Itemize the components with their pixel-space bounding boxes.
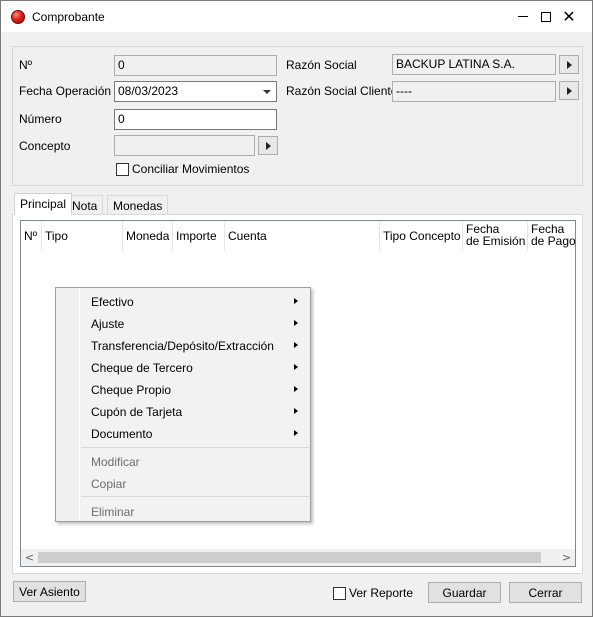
ver-reporte-label: Ver Reporte [349, 586, 414, 600]
menu-item-label: Transferencia/Depósito/Extracción [91, 339, 274, 353]
fecha-operacion-value: 08/03/2023 [118, 84, 179, 98]
menu-item-efectivo[interactable]: Efectivo [58, 290, 308, 312]
submenu-arrow-icon [294, 364, 298, 370]
column-header-label-line2: de Pago [531, 234, 576, 248]
column-header-fecha-pago[interactable]: Fecha de Pago [528, 221, 576, 251]
menu-item-label: Cheque Propio [91, 383, 172, 397]
horizontal-scrollbar[interactable]: < > [21, 549, 575, 566]
column-header-moneda[interactable]: Moneda [123, 221, 173, 251]
menu-separator [81, 447, 309, 448]
scrollbar-thumb[interactable] [38, 552, 541, 563]
menu-item-transferencia[interactable]: Transferencia/Depósito/Extracción [58, 334, 308, 356]
submenu-arrow-icon [294, 386, 298, 392]
menu-item-label: Efectivo [91, 295, 134, 309]
menu-item-cheque-tercero[interactable]: Cheque de Tercero [58, 356, 308, 378]
concepto-field[interactable] [114, 135, 255, 156]
menu-item-eliminar[interactable]: Eliminar [58, 500, 308, 522]
tab-principal[interactable]: Principal [14, 193, 73, 215]
window-title: Comprobante [32, 10, 105, 24]
razon-social-label: Razón Social [286, 58, 357, 72]
scroll-right-icon[interactable]: > [558, 549, 575, 566]
menu-item-cupon-tarjeta[interactable]: Cupón de Tarjeta [58, 400, 308, 422]
arrow-right-icon [265, 141, 271, 150]
fecha-operacion-label: Fecha Operación [19, 84, 112, 98]
numero-label: Número [19, 112, 62, 126]
submenu-arrow-icon [294, 342, 298, 348]
razon-social-select-button[interactable] [559, 55, 579, 74]
menu-item-label: Ajuste [91, 317, 125, 331]
menu-item-copiar[interactable]: Copiar [58, 472, 308, 494]
column-header-label: Tipo Concepto [383, 229, 461, 243]
column-header-nro[interactable]: Nº [21, 221, 42, 251]
concepto-label: Concepto [19, 139, 71, 153]
conciliar-movimientos-label: Conciliar Movimientos [132, 162, 250, 176]
menu-item-documento[interactable]: Documento [58, 422, 308, 444]
razon-social-field[interactable]: BACKUP LATINA S.A. [392, 54, 556, 75]
column-header-label: Importe [176, 229, 217, 243]
ver-reporte-checkbox[interactable] [333, 587, 346, 600]
menu-separator [81, 496, 309, 497]
column-header-cuenta[interactable]: Cuenta [225, 221, 380, 251]
column-header-label-line2: de Emisión [466, 234, 526, 248]
submenu-arrow-icon [294, 298, 298, 304]
menu-item-label: Cheque de Tercero [91, 361, 193, 375]
fecha-operacion-dropdown[interactable]: 08/03/2023 [114, 81, 277, 102]
razon-social-cliente-select-button[interactable] [559, 81, 579, 100]
chevron-down-icon [263, 90, 271, 94]
menu-item-cheque-propio[interactable]: Cheque Propio [58, 378, 308, 400]
arrow-right-icon [566, 60, 572, 69]
column-header-tipo[interactable]: Tipo [42, 221, 123, 251]
conciliar-movimientos-checkbox[interactable] [116, 163, 129, 176]
menu-item-label: Modificar [91, 455, 140, 469]
razon-social-cliente-label: Razón Social Cliente [286, 84, 398, 98]
column-header-importe[interactable]: Importe [173, 221, 225, 251]
nro-field[interactable]: 0 [114, 55, 277, 76]
column-header-label: Nº [24, 229, 38, 243]
arrow-right-icon [566, 86, 572, 95]
cerrar-button[interactable]: Cerrar [509, 582, 582, 603]
menu-item-label: Cupón de Tarjeta [91, 405, 183, 419]
column-header-label: Tipo [45, 229, 68, 243]
guardar-button[interactable]: Guardar [428, 582, 501, 603]
menu-item-modificar[interactable]: Modificar [58, 450, 308, 472]
razon-social-cliente-field[interactable]: ---- [392, 81, 556, 102]
tab-monedas[interactable]: Monedas [107, 195, 169, 215]
column-header-label: Moneda [126, 229, 170, 243]
scroll-left-icon[interactable]: < [21, 549, 38, 566]
column-header-label: Cuenta [228, 229, 267, 243]
app-red-ball-icon [11, 10, 25, 24]
close-button[interactable]: ✕ [546, 1, 592, 32]
close-icon: ✕ [562, 6, 576, 26]
numero-field[interactable]: 0 [114, 109, 277, 130]
comprobante-window: Comprobante ✕ Nº 0 Fecha Operación 08/03… [0, 0, 593, 617]
context-menu: Efectivo Ajuste Transferencia/Depósito/E… [55, 287, 311, 522]
nro-label: Nº [19, 58, 33, 72]
column-header-fecha-emision[interactable]: Fecha de Emisión [463, 221, 528, 251]
ver-asiento-button[interactable]: Ver Asiento [13, 581, 86, 602]
menu-item-ajuste[interactable]: Ajuste [58, 312, 308, 334]
column-header-tipo-concepto[interactable]: Tipo Concepto [380, 221, 463, 251]
title-bar[interactable]: Comprobante ✕ [1, 1, 592, 32]
menu-item-label: Documento [91, 427, 153, 441]
submenu-arrow-icon [294, 408, 298, 414]
menu-item-label: Copiar [91, 477, 127, 491]
submenu-arrow-icon [294, 430, 298, 436]
submenu-arrow-icon [294, 320, 298, 326]
concepto-select-button[interactable] [258, 136, 278, 155]
menu-item-label: Eliminar [91, 505, 135, 519]
